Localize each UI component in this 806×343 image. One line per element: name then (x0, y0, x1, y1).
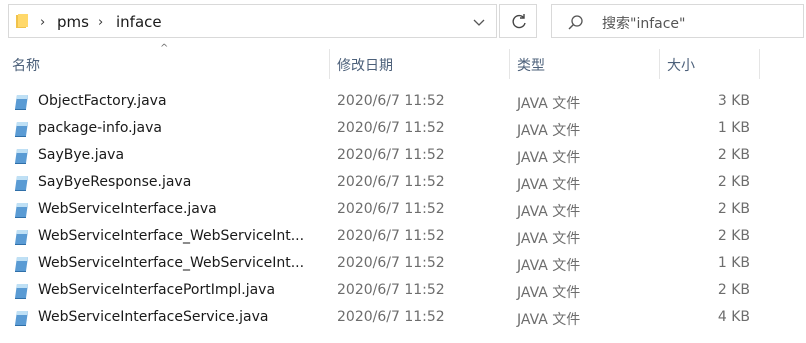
file-type: JAVA 文件 (517, 177, 581, 193)
file-size: 2 KB (717, 228, 750, 244)
search-input[interactable]: 搜索"inface" (602, 13, 685, 33)
java-file-icon (15, 203, 28, 218)
java-file-icon (15, 95, 28, 110)
java-file-icon (15, 149, 28, 164)
file-date: 2020/6/7 11:52 (337, 147, 445, 163)
column-divider[interactable] (659, 49, 660, 79)
column-header: ^ 名称 修改日期 类型 大小 (0, 43, 806, 79)
file-name: WebServiceInterfaceService.java (38, 309, 269, 325)
list-item[interactable]: SayBye.java 2020/6/7 11:52 JAVA 文件 2 KB (0, 143, 760, 170)
file-name: package-info.java (38, 120, 162, 136)
file-type: JAVA 文件 (517, 258, 581, 274)
file-date: 2020/6/7 11:52 (337, 309, 445, 325)
breadcrumb-inface[interactable]: inface (116, 13, 162, 31)
column-divider[interactable] (329, 49, 330, 79)
java-file-icon (15, 257, 28, 272)
file-size: 4 KB (717, 309, 750, 325)
file-size: 2 KB (717, 174, 750, 190)
file-date: 2020/6/7 11:52 (337, 120, 445, 136)
column-type[interactable]: 类型 (517, 55, 545, 75)
file-size: 2 KB (717, 201, 750, 217)
folder-icon (16, 14, 28, 28)
file-date: 2020/6/7 11:52 (337, 174, 445, 190)
java-file-icon (15, 311, 28, 326)
column-size[interactable]: 大小 (667, 55, 695, 75)
file-size: 1 KB (717, 255, 750, 271)
file-size: 1 KB (717, 120, 750, 136)
file-name: WebServiceInterfacePortImpl.java (38, 282, 276, 298)
list-item[interactable]: WebServiceInterface_WebServiceInt... 202… (0, 224, 760, 251)
file-type: JAVA 文件 (517, 150, 581, 166)
file-name: ObjectFactory.java (38, 93, 167, 109)
file-name: WebServiceInterface_WebServiceInt... (38, 255, 305, 271)
file-type: JAVA 文件 (517, 231, 581, 247)
file-type: JAVA 文件 (517, 123, 581, 139)
refresh-button[interactable] (499, 4, 537, 38)
list-item[interactable]: SayByeResponse.java 2020/6/7 11:52 JAVA … (0, 170, 760, 197)
file-size: 2 KB (717, 147, 750, 163)
file-type: JAVA 文件 (517, 285, 581, 301)
refresh-icon (512, 14, 526, 29)
java-file-icon (15, 230, 28, 245)
java-file-icon (15, 284, 28, 299)
sort-ascending-icon: ^ (160, 43, 169, 54)
column-divider[interactable] (509, 49, 510, 79)
column-name[interactable]: 名称 (12, 55, 40, 75)
list-item[interactable]: WebServiceInterface_WebServiceInt... 202… (0, 251, 760, 278)
file-name: SayBye.java (38, 147, 125, 163)
file-name: SayByeResponse.java (38, 174, 192, 190)
chevron-right-icon[interactable]: › (98, 15, 103, 30)
file-date: 2020/6/7 11:52 (337, 282, 445, 298)
java-file-icon (15, 176, 28, 191)
list-item[interactable]: WebServiceInterfacePortImpl.java 2020/6/… (0, 278, 760, 305)
java-file-icon (15, 122, 28, 137)
column-divider[interactable] (759, 49, 760, 79)
list-item[interactable]: WebServiceInterface.java 2020/6/7 11:52 … (0, 197, 760, 224)
file-date: 2020/6/7 11:52 (337, 93, 445, 109)
chevron-right-icon[interactable]: › (40, 15, 45, 30)
file-size: 2 KB (717, 282, 750, 298)
file-type: JAVA 文件 (517, 96, 581, 112)
list-item[interactable]: ObjectFactory.java 2020/6/7 11:52 JAVA 文… (0, 89, 760, 116)
list-item[interactable]: package-info.java 2020/6/7 11:52 JAVA 文件… (0, 116, 760, 143)
toolbar: › pms › inface 搜索"inface" (0, 0, 806, 44)
file-date: 2020/6/7 11:52 (337, 201, 445, 217)
file-type: JAVA 文件 (517, 312, 581, 328)
file-size: 3 KB (717, 93, 750, 109)
file-date: 2020/6/7 11:52 (337, 228, 445, 244)
search-box[interactable]: 搜索"inface" (551, 4, 804, 38)
file-name: WebServiceInterface.java (38, 201, 217, 217)
search-icon (568, 15, 583, 30)
breadcrumb-pms[interactable]: pms (57, 13, 89, 31)
file-name: WebServiceInterface_WebServiceInt... (38, 228, 305, 244)
column-date[interactable]: 修改日期 (337, 55, 393, 75)
chevron-down-icon[interactable] (471, 14, 487, 30)
file-date: 2020/6/7 11:52 (337, 255, 445, 271)
address-bar[interactable]: › pms › inface (8, 4, 497, 38)
file-type: JAVA 文件 (517, 204, 581, 220)
list-item[interactable]: WebServiceInterfaceService.java 2020/6/7… (0, 305, 760, 332)
